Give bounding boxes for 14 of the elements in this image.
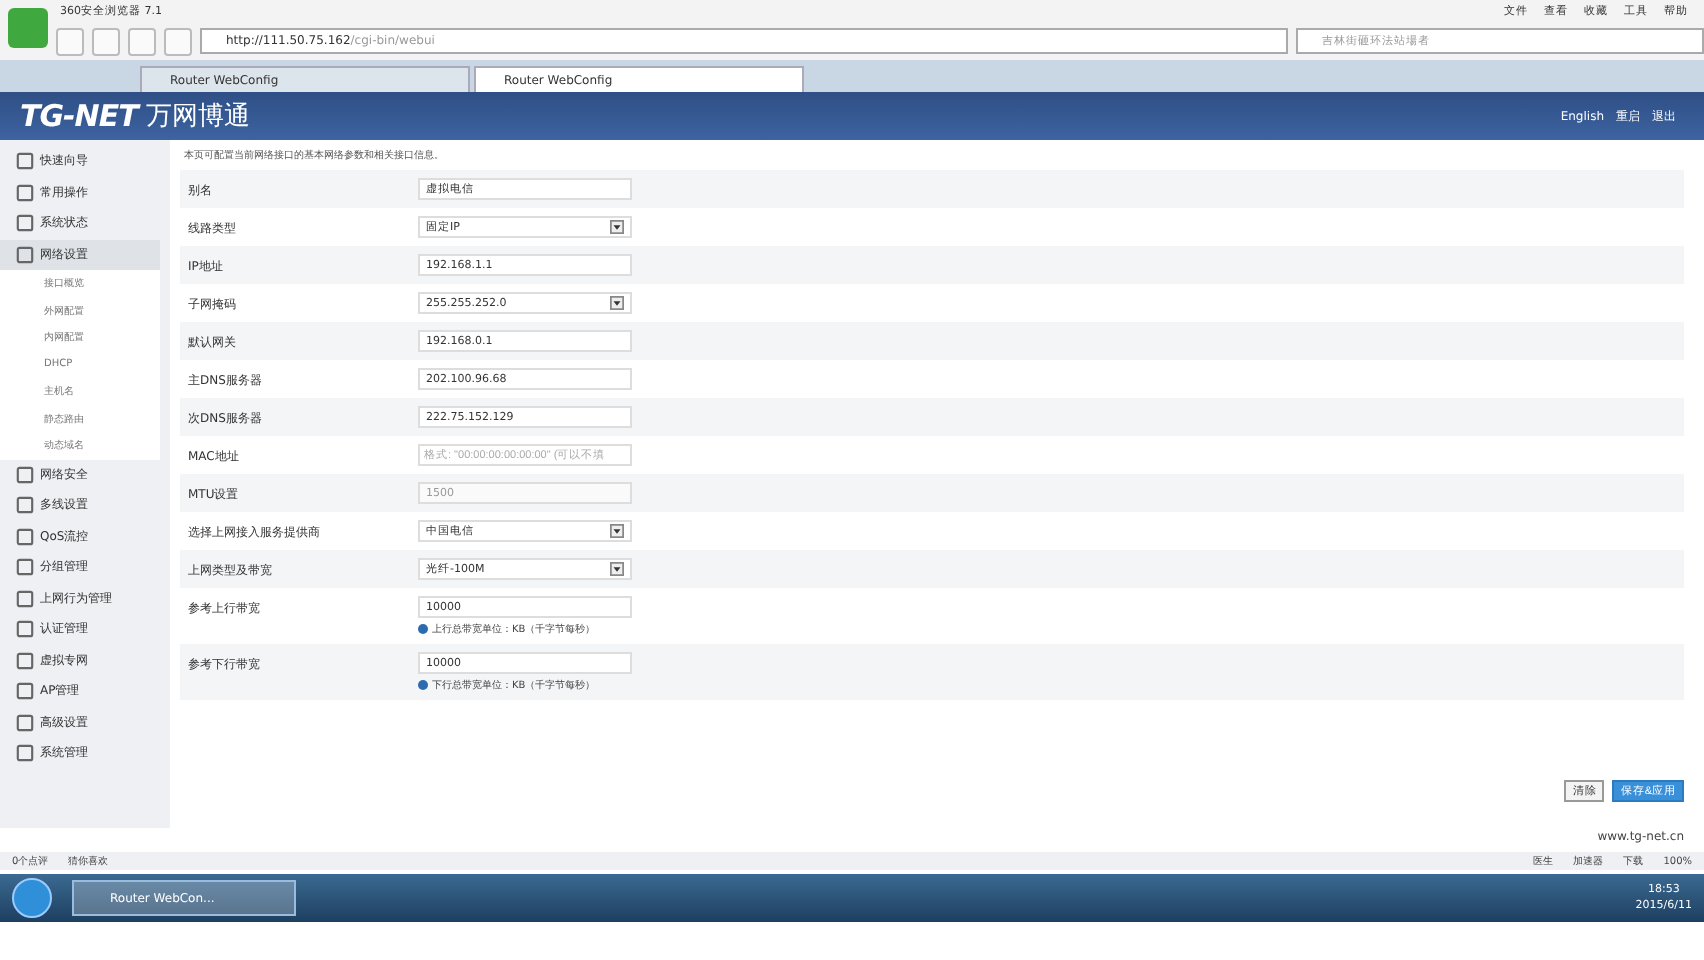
back-button[interactable] [56,27,84,55]
home-button[interactable] [128,27,156,55]
dropdown-arrow-icon [610,296,624,310]
dropdown-arrow-icon [610,562,624,576]
logo-chinese: 万网博通 [145,100,250,134]
help-icon [418,680,428,690]
help-icon [418,624,428,634]
dropdown-arrow-icon [610,220,624,234]
refresh-button[interactable] [92,27,120,55]
browser-logo [8,7,48,47]
dropdown-arrow-icon [610,524,624,538]
favorite-button[interactable] [164,27,192,55]
logo-text: TG-NET [20,98,138,134]
start-button[interactable] [12,878,52,918]
